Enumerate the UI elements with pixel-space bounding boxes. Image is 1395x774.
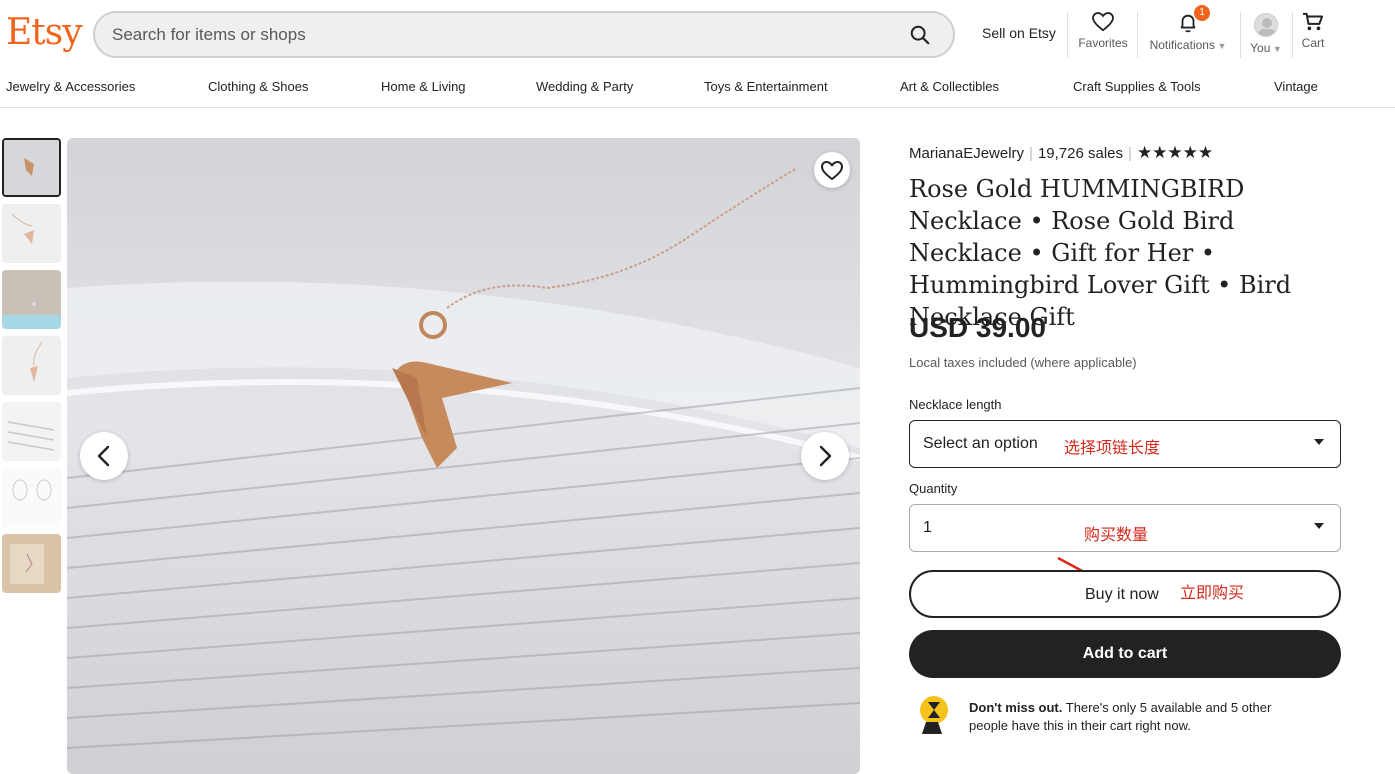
- category-link[interactable]: Art & Collectibles: [900, 79, 999, 94]
- thumbnail-image: [2, 468, 61, 527]
- necklace-length-label: Necklace length: [909, 397, 1002, 412]
- thumbnail-image: [2, 336, 61, 395]
- hourglass-icon: [920, 696, 948, 734]
- chevron-left-icon: [97, 445, 110, 467]
- quantity-select[interactable]: 1 购买数量: [909, 504, 1341, 552]
- you-label: You: [1250, 41, 1271, 55]
- favorites-label: Favorites: [1078, 36, 1128, 50]
- thumbnail-image: [2, 270, 61, 329]
- previous-image-button[interactable]: [80, 432, 128, 480]
- heart-icon: [820, 160, 844, 181]
- category-link[interactable]: Craft Supplies & Tools: [1073, 79, 1201, 94]
- notifications-label: Notifications: [1149, 38, 1215, 52]
- thumbnail[interactable]: [2, 468, 61, 527]
- buy-it-now-label: Buy it now: [1085, 586, 1159, 603]
- thumbnail-image: [2, 402, 61, 461]
- search-icon[interactable]: [909, 24, 931, 46]
- notifications-button[interactable]: Notifications ▼: [1144, 12, 1232, 52]
- separator: |: [1128, 145, 1132, 162]
- separator: |: [1029, 145, 1033, 162]
- avatar[interactable]: [1254, 13, 1278, 37]
- category-nav: Jewelry & Accessories Clothing & Shoes H…: [0, 70, 1395, 108]
- notifications-badge: 1: [1194, 5, 1210, 21]
- shop-info: MarianaEJewelry | 19,726 sales | ★★★★★: [909, 143, 1213, 163]
- category-link[interactable]: Home & Living: [381, 79, 466, 94]
- length-annotation: 选择项链长度: [1064, 440, 1161, 457]
- chevron-down-icon: [1314, 439, 1324, 445]
- favorites-button[interactable]: Favorites: [1075, 12, 1131, 50]
- thumbnail[interactable]: [2, 204, 61, 263]
- product-title: Rose Gold HUMMINGBIRD Necklace • Rose Go…: [909, 175, 1292, 331]
- urgency-message: Don't miss out. There's only 5 available…: [969, 699, 1309, 735]
- search-input[interactable]: [112, 23, 892, 47]
- sell-on-etsy-link[interactable]: Sell on Etsy: [982, 25, 1056, 41]
- thumbnail-image: [4, 140, 59, 195]
- quantity-label: Quantity: [909, 481, 958, 496]
- category-link[interactable]: Toys & Entertainment: [704, 79, 828, 94]
- product-price: USD 39.00: [909, 312, 1046, 343]
- divider: [1067, 12, 1068, 58]
- shop-name-link[interactable]: MarianaEJewelry: [909, 145, 1024, 162]
- chevron-down-icon: ▼: [1270, 44, 1282, 54]
- divider: [1292, 12, 1293, 58]
- heart-icon: [1092, 12, 1114, 32]
- chevron-right-icon: [819, 445, 832, 467]
- thumbnail[interactable]: [2, 402, 61, 461]
- chevron-down-icon: [1314, 523, 1324, 529]
- category-link[interactable]: Wedding & Party: [536, 79, 633, 94]
- rating-stars[interactable]: ★★★★★: [1137, 143, 1213, 162]
- necklace-length-value: Select an option: [923, 435, 1038, 452]
- sales-count: 19,726 sales: [1037, 145, 1124, 162]
- chevron-down-icon: ▼: [1214, 41, 1227, 51]
- thumbnail[interactable]: [2, 138, 61, 197]
- buy-now-annotation: 立即购买: [1180, 585, 1245, 602]
- cart-icon: [1303, 12, 1324, 31]
- category-link[interactable]: Jewelry & Accessories: [6, 79, 135, 94]
- quantity-value: 1: [923, 519, 932, 536]
- cart-label: Cart: [1301, 36, 1325, 50]
- user-icon: [1258, 18, 1276, 36]
- site-header: Etsy Sell on Etsy Favorites Notification…: [0, 0, 1395, 70]
- next-image-button[interactable]: [801, 432, 849, 480]
- divider: [1240, 12, 1241, 58]
- taxes-note: Local taxes included (where applicable): [909, 355, 1137, 370]
- favorite-button[interactable]: [814, 152, 850, 188]
- thumbnail[interactable]: [2, 270, 61, 329]
- divider: [1137, 12, 1138, 58]
- thumbnail-image: [2, 534, 61, 593]
- you-menu[interactable]: You ▼: [1246, 41, 1286, 55]
- category-link[interactable]: Clothing & Shoes: [208, 79, 308, 94]
- thumbnail[interactable]: [2, 534, 61, 593]
- thumbnail-image: [2, 204, 61, 263]
- cart-button[interactable]: Cart: [1298, 12, 1328, 50]
- buy-it-now-button[interactable]: Buy it now: [909, 570, 1341, 618]
- necklace-length-select[interactable]: Select an option 选择项链长度: [909, 420, 1341, 468]
- search-bar[interactable]: [93, 11, 955, 58]
- quantity-annotation: 购买数量: [1084, 527, 1149, 544]
- hummingbird-necklace-photo: [67, 138, 860, 774]
- thumbnail[interactable]: [2, 336, 61, 395]
- urgency-bold: Don't miss out.: [969, 700, 1063, 715]
- category-link[interactable]: Vintage: [1274, 79, 1318, 94]
- etsy-logo[interactable]: Etsy: [6, 12, 83, 53]
- add-to-cart-button[interactable]: Add to cart: [909, 630, 1341, 678]
- product-image[interactable]: [67, 138, 860, 774]
